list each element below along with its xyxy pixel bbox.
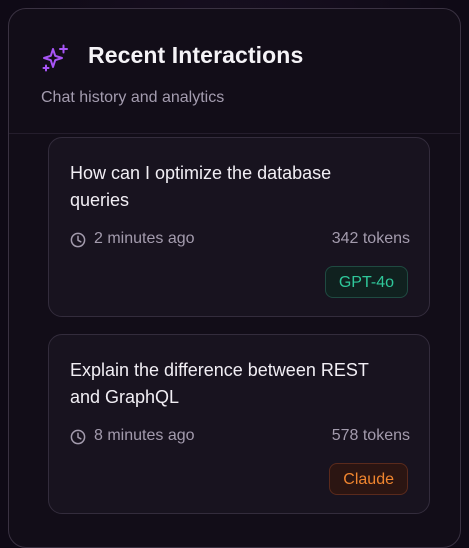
recent-interactions-panel: Recent Interactions Chat history and ana… [8,8,461,548]
token-count: 578 tokens [331,427,410,444]
clock-icon [70,429,86,445]
interaction-meta: 2 minutes ago 342 tokens [70,230,410,250]
interaction-time: 8 minutes ago [94,427,195,444]
interaction-card[interactable]: Explain the difference between REST and … [48,334,430,514]
clock-icon [70,232,86,248]
page-title: Recent Interactions [88,42,304,68]
panel-header: Recent Interactions Chat history and ana… [9,9,460,134]
interaction-meta: 8 minutes ago 578 tokens [70,427,410,447]
model-badge: Claude [329,463,408,495]
interaction-time: 2 minutes ago [94,230,195,247]
model-badge: GPT-4o [324,266,408,298]
page-subtitle: Chat history and analytics [41,89,225,106]
token-count: 342 tokens [331,230,410,247]
interaction-card[interactable]: How can I optimize the database queries … [48,137,430,317]
interaction-question: How can I optimize the database queries [70,163,332,210]
interaction-question: Explain the difference between REST and … [70,360,369,407]
sparkles-icon [42,44,68,72]
